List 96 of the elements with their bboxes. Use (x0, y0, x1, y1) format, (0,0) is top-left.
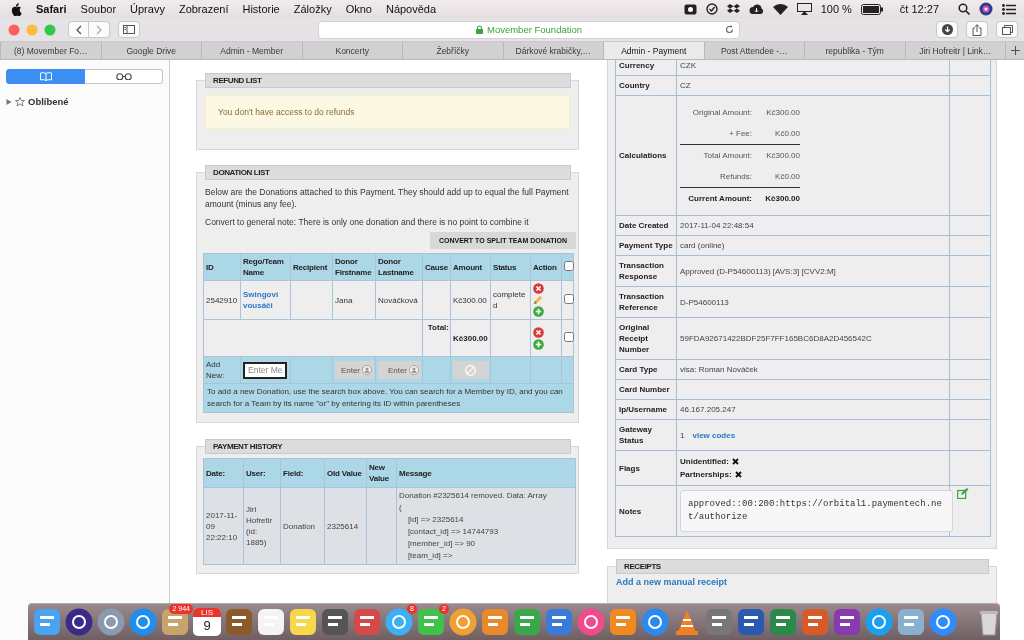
history-message: Donation #2325614 removed. Data: Array ( [id] => 2325614 [contact_id] => 14744793 [member_id] => 90 [team_id] => (396, 487, 576, 565)
browser-tab[interactable]: Žebříčky (402, 42, 503, 59)
column-header: ID (203, 253, 241, 281)
browser-tab[interactable]: Jiri Hofreitr | Link… (904, 42, 1005, 59)
calc-value: Kč300.00 (765, 107, 800, 119)
detail-value: CZK (676, 60, 950, 76)
panel-heading: DONATION LIST (205, 165, 571, 180)
intro-text: Below are the Donations attached to this Payment. They should add up to equal the full Payment amount (minus any fee). (205, 186, 570, 210)
table-cell: 2325614 (324, 487, 367, 565)
column-header: Message (396, 458, 576, 488)
view-codes-link[interactable]: view codes (692, 430, 736, 440)
detail-label: Card Number (615, 379, 677, 400)
detail-label: Transaction Reference (615, 286, 677, 318)
column-header: Date: (203, 458, 244, 488)
browser-tab[interactable]: republika - Tým (804, 42, 905, 59)
battery-level: 100 % (820, 3, 852, 15)
menu-item[interactable]: Safari (36, 3, 67, 15)
column-header: Recipient (290, 253, 333, 281)
table-cell: Donation (280, 487, 325, 565)
browser-tab[interactable]: (8) Movember Fo… (0, 42, 101, 59)
calc-value: Kč0.00 (774, 171, 800, 183)
detail-label: Flags (615, 450, 677, 486)
detail-value: 59FDA92671422BDF25F7FF165BC6D8A2D456542C (676, 317, 950, 360)
add-receipt-link[interactable]: Add a new manual receipt (616, 577, 988, 587)
detail-label: Date Created (615, 215, 677, 236)
menu-item[interactable]: Soubor (80, 3, 117, 15)
column-header: Rego/Team Name (240, 253, 291, 281)
column-header: Status (490, 253, 531, 281)
add-new-label: Add New: (203, 356, 241, 384)
table-cell: completed (490, 280, 531, 320)
column-header: Amount (450, 253, 491, 281)
table-cell: 2542910 (203, 280, 241, 320)
browser-tab[interactable]: Koncerty (301, 42, 402, 59)
detail-value: 1 (680, 430, 685, 440)
detail-label: Country (615, 75, 677, 96)
calc-label: Total Amount: (680, 144, 758, 166)
access-warning: You don't have access to do refunds (205, 95, 570, 129)
member-search-field[interactable]: Enter Me (243, 361, 287, 379)
browser-tab[interactable]: Admin - Member (201, 42, 302, 59)
detail-label: Original Receipt Number (615, 317, 677, 360)
detail-label: Card Type (615, 359, 677, 380)
menu-item[interactable]: Úpravy (130, 3, 165, 15)
browser-tab[interactable]: Google Drive (100, 42, 201, 59)
calc-value: Kč0.00 (774, 128, 800, 140)
clock[interactable]: čt 12:27 (899, 3, 939, 15)
column-header: User: (243, 458, 281, 488)
detail-value: D-P54600113 (676, 286, 950, 318)
column-header: Field: (280, 458, 325, 488)
panel-heading: PAYMENT HISTORY (205, 439, 571, 454)
sidebar-item[interactable]: Oblíbené (28, 96, 69, 107)
detail-label: Currency (615, 60, 677, 76)
calc-label: + Fee: (728, 128, 753, 140)
column-header: Cause (422, 253, 451, 281)
panel-heading: RECEIPTS (616, 559, 989, 574)
detail-label: Gateway Status (615, 419, 677, 451)
calc-value: Kč300.00 (758, 187, 800, 209)
table-cell: Kč300.00 (450, 280, 491, 320)
calc-value: Kč300.00 (758, 144, 800, 166)
detail-label: Calculations (615, 95, 677, 216)
column-header: Donor Firstname (332, 253, 376, 281)
detail-value: 46.167.205.247 (676, 399, 950, 420)
column-header: New Value (366, 458, 397, 488)
calc-label: Current Amount: (680, 187, 758, 209)
detail-label: Payment Type (615, 235, 677, 256)
browser-tab[interactable]: Admin - Payment (603, 42, 704, 59)
column-header: Action (530, 253, 562, 281)
detail-label: Ip/Username (615, 399, 677, 420)
notes-box: approved::00:200:https://orbital1.paymentech.net/authorize (680, 490, 953, 532)
menu-item[interactable]: Historie (242, 3, 280, 15)
flag-label: Unidentified: (680, 456, 729, 468)
column-header: Old Value (324, 458, 367, 488)
detail-value: CZ (676, 75, 950, 96)
calc-label: Original Amount: (691, 107, 753, 119)
table-cell: Nováčková (375, 280, 423, 320)
column-header: Donor Lastname (375, 253, 423, 281)
browser-tab[interactable]: Post Attendee -… (703, 42, 804, 59)
calendar-icon[interactable]: LIS 9 (193, 608, 221, 636)
flag-label: Partnerships: (680, 469, 732, 481)
note-text: Convert to general note: There is only one donation and there is no point to combine it (205, 216, 530, 228)
menu-item[interactable]: Zobrazení (178, 3, 229, 15)
menu-item[interactable]: Okno (345, 3, 372, 15)
table-cell: Jana (332, 280, 376, 320)
detail-value: Approved (D-P54600113) [AVS:3] [CVV2:M] (676, 255, 950, 287)
detail-value: 2017-11-04 22:48:54 (676, 215, 950, 236)
calc-label: Refunds: (718, 171, 753, 183)
table-cell: 2017-11-09 22:22:10 (203, 487, 244, 565)
detail-label: Transaction Response (615, 255, 677, 287)
detail-value: visa: Roman Nováček (676, 359, 950, 380)
detail-value: card (online) (676, 235, 950, 256)
menu-item[interactable]: Záložky (293, 3, 332, 15)
panel-heading: REFUND LIST (205, 73, 571, 88)
table-cell: Jiri Hofretir (id: 1885) (243, 487, 281, 565)
menu-item[interactable]: Nápověda (385, 3, 437, 15)
total-amount: Kč300.00 (450, 319, 491, 357)
detail-label: Notes (615, 485, 677, 537)
help-text: To add a new Donation, use the search box above. You can search for a Member by ID, and you can search for a Team by its name "or" by entering its ID within parentheses (203, 383, 574, 413)
